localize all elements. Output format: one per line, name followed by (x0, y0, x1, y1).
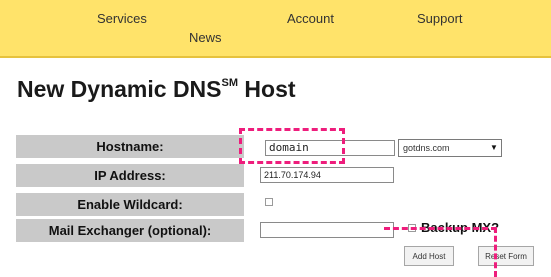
ip-address-label: IP Address: (16, 164, 244, 187)
domain-select[interactable]: gotdns.com ▼ (398, 139, 502, 157)
hostname-input[interactable]: domain (265, 140, 395, 156)
nav-services-link[interactable]: Services (97, 11, 147, 26)
wildcard-label: Enable Wildcard: (16, 193, 244, 216)
page-title: New Dynamic DNSSM Host (17, 76, 296, 103)
page-title-suffix: Host (238, 76, 296, 102)
mail-exchanger-input[interactable] (260, 222, 394, 238)
domain-select-value: gotdns.com (403, 143, 450, 153)
nav-news-link[interactable]: News (189, 30, 222, 45)
add-host-button[interactable]: Add Host (404, 246, 454, 266)
backup-mx-checkbox[interactable] (408, 224, 416, 232)
wildcard-checkbox[interactable] (265, 198, 273, 206)
nav-account-link[interactable]: Account (287, 11, 334, 26)
backup-mx-label: Backup MX? (421, 220, 500, 235)
mail-exchanger-label: Mail Exchanger (optional): (16, 219, 244, 242)
nav-support-link[interactable]: Support (417, 11, 463, 26)
hostname-label: Hostname: (16, 135, 244, 158)
dropdown-arrow-icon[interactable]: ▼ (489, 142, 499, 154)
ip-address-input[interactable]: 211.70.174.94 (260, 167, 394, 183)
reset-form-button[interactable]: Reset Form (478, 246, 534, 266)
page-title-text: New Dynamic DNS (17, 76, 222, 102)
top-navigation-bar: Services News Account Support (0, 0, 551, 58)
service-mark: SM (221, 77, 239, 89)
